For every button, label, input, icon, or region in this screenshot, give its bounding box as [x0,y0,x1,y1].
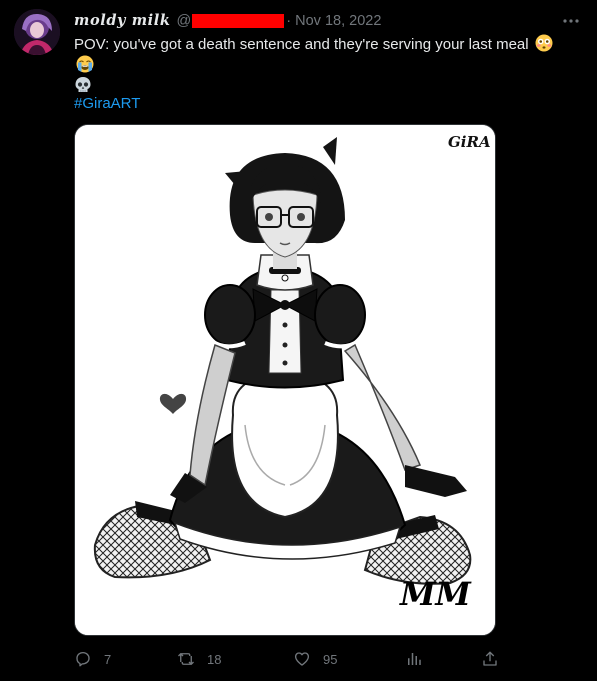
retweet-icon [178,653,194,665]
share-button[interactable] [481,646,499,672]
handle-prefix: @ [176,13,192,29]
maid-illustration: GiRA MM [75,125,495,635]
hashtag-link[interactable]: #GiraART [74,94,140,114]
tweet-text-body: POV: you've got a death sentence and the… [74,36,529,53]
artist-signature-top: GiRA [448,133,491,151]
tweet: moldy milk @ · Nov 18, 2022 POV: you've … [0,0,597,681]
avatar-image [14,9,60,55]
like-button[interactable]: 95 [293,646,337,672]
tweet-media-image[interactable]: GiRA MM [74,124,496,636]
flushed-face-emoji-icon [535,34,553,52]
skull-emoji-icon [75,77,91,92]
reply-count: 7 [104,651,112,667]
tweet-text: POV: you've got a death sentence and the… [74,34,554,97]
reply-icon [76,651,90,667]
separator-dot: · [286,13,292,29]
tweet-header: moldy milk @ · Nov 18, 2022 [74,12,381,30]
tweet-date[interactable]: Nov 18, 2022 [295,12,381,30]
like-count: 95 [323,651,338,667]
redacted-handle [192,14,285,28]
signature-bottom-text: MM [399,575,472,613]
retweet-count: 18 [207,651,222,667]
user-handle[interactable]: @ [177,12,285,30]
signature-top-text: GiRA [448,133,491,151]
retweet-button[interactable]: 18 [177,646,221,672]
views-icon [408,653,421,665]
more-icon [563,19,579,23]
artist-signature-bottom: MM [399,575,472,613]
display-name[interactable]: moldy milk [74,12,171,30]
avatar[interactable] [14,9,60,55]
views-button[interactable] [405,646,423,672]
loudly-crying-face-emoji-icon [76,55,94,73]
reply-button[interactable]: 7 [74,646,111,672]
like-icon [294,652,310,666]
share-icon [483,651,497,666]
action-bar: 7 18 95 [0,646,597,672]
more-options-button[interactable] [560,12,582,30]
